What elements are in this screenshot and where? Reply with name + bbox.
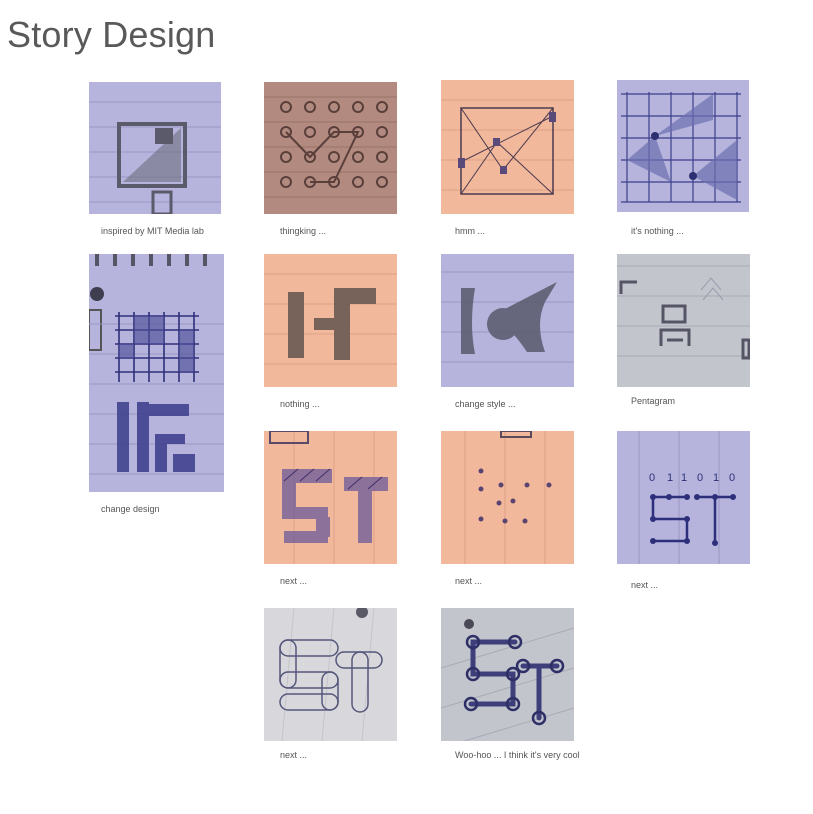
gallery-thumb-5[interactable] bbox=[89, 254, 224, 492]
gallery-caption-12: next ... bbox=[280, 750, 308, 760]
sketch-binary-st-icon: 011010 bbox=[638, 431, 736, 564]
sketch-dots-icon bbox=[464, 431, 552, 564]
gallery-thumb-13[interactable] bbox=[441, 608, 574, 741]
sketch-notebook-grid-icon bbox=[89, 254, 224, 475]
gallery-caption-2: thingking ... bbox=[280, 226, 327, 236]
sketch-block-letters-icon bbox=[264, 273, 397, 365]
gallery-caption-3: hmm ... bbox=[455, 226, 486, 236]
gallery-thumb-7[interactable] bbox=[441, 254, 574, 387]
svg-text:1: 1 bbox=[681, 472, 687, 484]
svg-text:0: 0 bbox=[649, 472, 655, 484]
gallery-thumb-3[interactable] bbox=[441, 80, 574, 214]
svg-text:1: 1 bbox=[713, 472, 719, 484]
sketch-small-glyphs-icon bbox=[617, 265, 750, 360]
gallery-caption-6: nothing ... bbox=[280, 399, 320, 409]
sketch-hatched-st-icon bbox=[269, 431, 388, 564]
gallery-caption-5: change design bbox=[101, 504, 160, 514]
gallery-caption-13: Woo-hoo ... I think it's very cool bbox=[455, 750, 580, 760]
gallery-thumb-9[interactable] bbox=[264, 431, 397, 564]
gallery-thumb-2[interactable] bbox=[264, 82, 397, 214]
gallery-caption-7: change style ... bbox=[455, 399, 516, 409]
gallery-caption-10: next ... bbox=[455, 576, 483, 586]
svg-text:0: 0 bbox=[697, 472, 703, 484]
gallery-thumb-4[interactable] bbox=[617, 80, 749, 212]
sketch-grid-triangles-icon bbox=[621, 92, 741, 203]
sketch-final-st-icon bbox=[441, 619, 574, 741]
sketch-square-diagonal-icon bbox=[89, 101, 221, 214]
gallery-thumb-12[interactable] bbox=[264, 608, 397, 741]
sketch-dot-grid-icon bbox=[264, 96, 397, 198]
gallery-thumb-1[interactable] bbox=[89, 82, 221, 214]
gallery-caption-4: it's nothing ... bbox=[631, 226, 684, 236]
gallery-caption-1: inspired by MIT Media lab bbox=[101, 226, 204, 236]
gallery-thumb-6[interactable] bbox=[264, 254, 397, 387]
sketch-bracket-circle-icon bbox=[441, 271, 574, 363]
gallery-thumb-11[interactable]: 011010 bbox=[617, 431, 750, 564]
sketch-square-star-icon bbox=[441, 99, 574, 195]
gallery-caption-9: next ... bbox=[280, 576, 308, 586]
gallery-caption-8: Pentagram bbox=[631, 396, 676, 406]
page-title: Story Design bbox=[7, 14, 216, 55]
gallery-thumb-10[interactable] bbox=[441, 431, 574, 564]
gallery-thumb-8[interactable] bbox=[617, 254, 750, 387]
svg-text:0: 0 bbox=[729, 472, 735, 484]
gallery-caption-11: next ... bbox=[631, 580, 659, 590]
svg-text:1: 1 bbox=[667, 472, 673, 484]
sketch-outline-st-icon bbox=[279, 608, 383, 741]
